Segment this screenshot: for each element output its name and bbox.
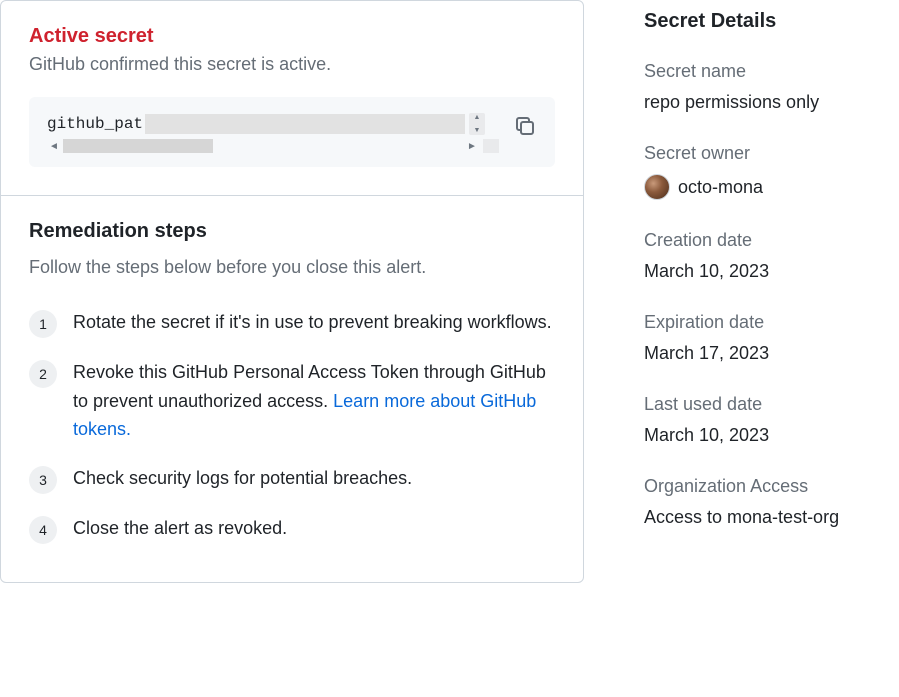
chevron-up-icon: ▲	[474, 114, 481, 121]
secret-owner-value: octo-mona	[678, 177, 763, 198]
step-text: Rotate the secret if it's in use to prev…	[73, 308, 552, 338]
org-access-label: Organization Access	[644, 476, 889, 497]
scroll-thumb[interactable]	[63, 139, 213, 153]
step-number: 1	[29, 310, 57, 338]
step-item: 4 Close the alert as revoked.	[29, 504, 555, 554]
step-text: Close the alert as revoked.	[73, 514, 287, 544]
last-used-value: March 10, 2023	[644, 425, 889, 446]
status-title: Active secret	[29, 25, 555, 48]
secret-owner-row[interactable]: octo-mona	[644, 174, 889, 200]
expiration-date-value: March 17, 2023	[644, 343, 889, 364]
expiration-date-label: Expiration date	[644, 312, 889, 333]
org-access-value: Access to mona-test-org	[644, 507, 889, 528]
step-text: Check security logs for potential breach…	[73, 464, 412, 494]
avatar	[644, 174, 670, 200]
chevron-right-icon: ►	[465, 141, 479, 152]
horizontal-scroll[interactable]: ◄ ►	[47, 139, 499, 153]
remediation-steps: 1 Rotate the secret if it's in use to pr…	[29, 298, 555, 554]
chevron-left-icon: ◄	[47, 141, 61, 152]
step-number: 4	[29, 516, 57, 544]
step-item: 1 Rotate the secret if it's in use to pr…	[29, 298, 555, 348]
copy-icon[interactable]	[513, 114, 537, 138]
secret-value-block: github_pat ▲ ▼ ◄ ►	[29, 97, 555, 167]
step-text: Revoke this GitHub Personal Access Token…	[73, 358, 555, 444]
last-used-label: Last used date	[644, 394, 889, 415]
secret-name-label: Secret name	[644, 61, 889, 82]
alert-card: Active secret GitHub confirmed this secr…	[0, 0, 584, 583]
vertical-scroll[interactable]: ▲ ▼	[469, 113, 485, 135]
details-heading: Secret Details	[644, 10, 889, 33]
step-number: 3	[29, 466, 57, 494]
remediation-subtitle: Follow the steps below before you close …	[29, 253, 555, 282]
creation-date-label: Creation date	[644, 230, 889, 251]
secret-masked	[145, 114, 465, 134]
chevron-down-icon: ▼	[474, 127, 481, 134]
secret-owner-label: Secret owner	[644, 143, 889, 164]
secret-prefix: github_pat	[47, 115, 143, 133]
step-item: 2 Revoke this GitHub Personal Access Tok…	[29, 348, 555, 454]
status-subtitle: GitHub confirmed this secret is active.	[29, 54, 555, 75]
status-section: Active secret GitHub confirmed this secr…	[1, 1, 583, 195]
step-item: 3 Check security logs for potential brea…	[29, 454, 555, 504]
creation-date-value: March 10, 2023	[644, 261, 889, 282]
remediation-title: Remediation steps	[29, 220, 555, 243]
secret-name-value: repo permissions only	[644, 92, 889, 113]
secret-details-sidebar: Secret Details Secret name repo permissi…	[644, 0, 899, 697]
step-number: 2	[29, 360, 57, 388]
remediation-section: Remediation steps Follow the steps below…	[1, 195, 583, 582]
